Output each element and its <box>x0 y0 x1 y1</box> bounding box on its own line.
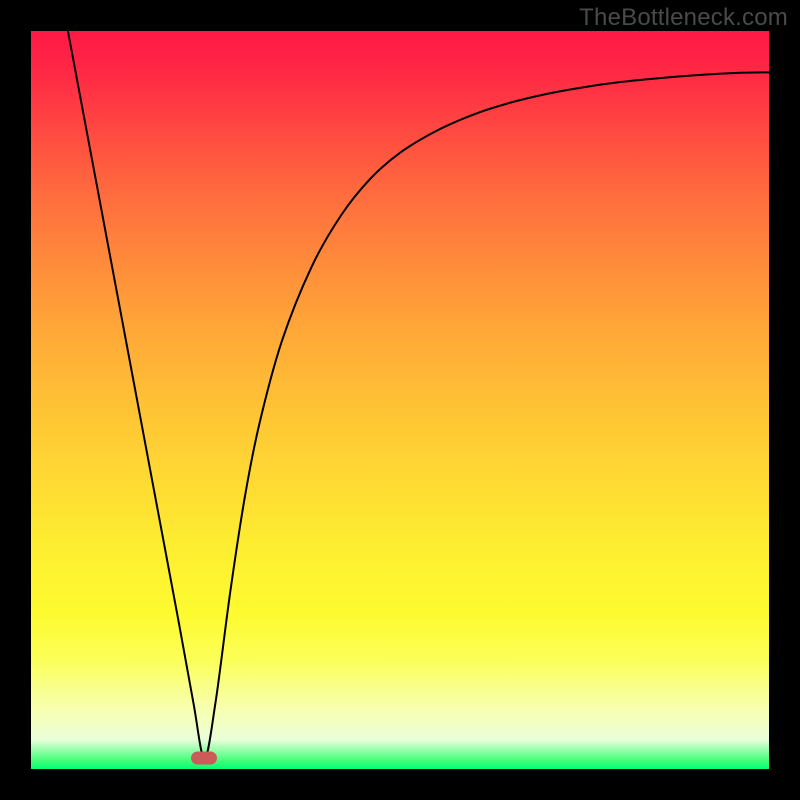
min-marker <box>191 751 217 764</box>
chart-frame: TheBottleneck.com <box>0 0 800 800</box>
curve-path <box>68 31 769 758</box>
watermark-text: TheBottleneck.com <box>579 4 788 32</box>
plot-area <box>31 31 769 769</box>
curve-svg <box>31 31 769 769</box>
